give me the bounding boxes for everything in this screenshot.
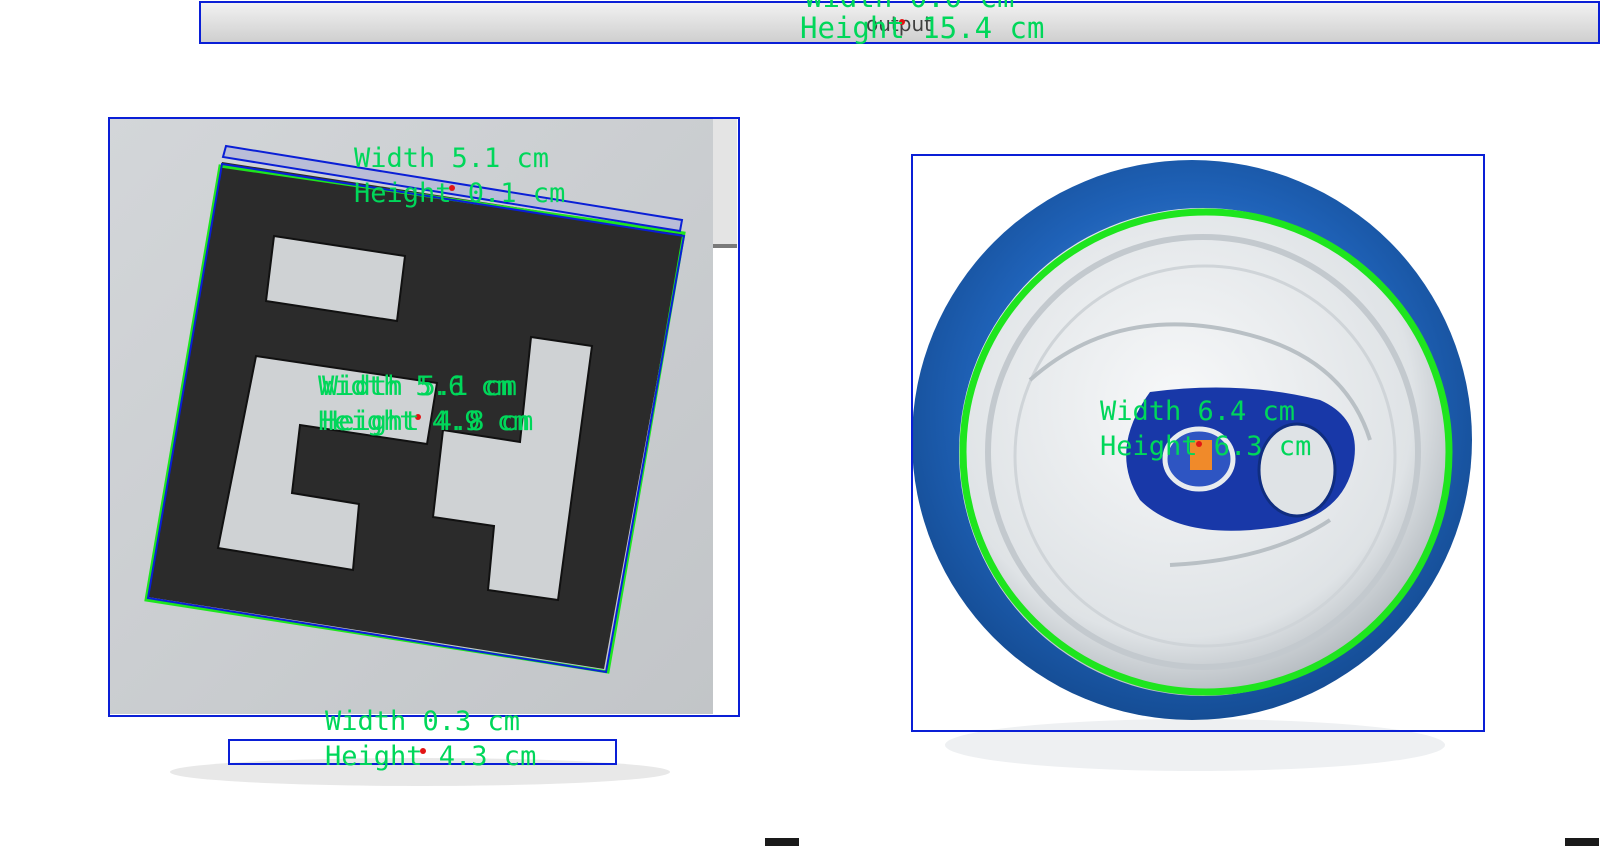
can-width-label: Width 6.4 cm — [1100, 396, 1295, 427]
left-photo-edge — [713, 118, 737, 246]
thumbnail-label-left — [765, 838, 799, 846]
detection-canvas: Width 0.0 cm Height 15.4 cm Width 5.1 cm… — [108, 0, 1600, 786]
can-shadow — [945, 719, 1445, 771]
sliver-width-label: Width 5.1 cm — [354, 143, 549, 174]
shadow-height-label: Height 4.3 cm — [325, 741, 536, 772]
aruco-inner-width-label: Width 5.1 cm — [322, 371, 517, 402]
shadow-width-label: Width 0.3 cm — [325, 706, 520, 737]
left-photo-edge-line — [713, 244, 737, 248]
thumbnail-label-right — [1565, 838, 1599, 846]
can-height-label: Height 6.3 cm — [1100, 431, 1311, 462]
aruco-inner-height-label: Height 4.8 cm — [322, 406, 533, 437]
sliver-height-label: Height 0.1 cm — [354, 178, 565, 209]
top-frame-height-label: Height 15.4 cm — [800, 11, 1044, 45]
